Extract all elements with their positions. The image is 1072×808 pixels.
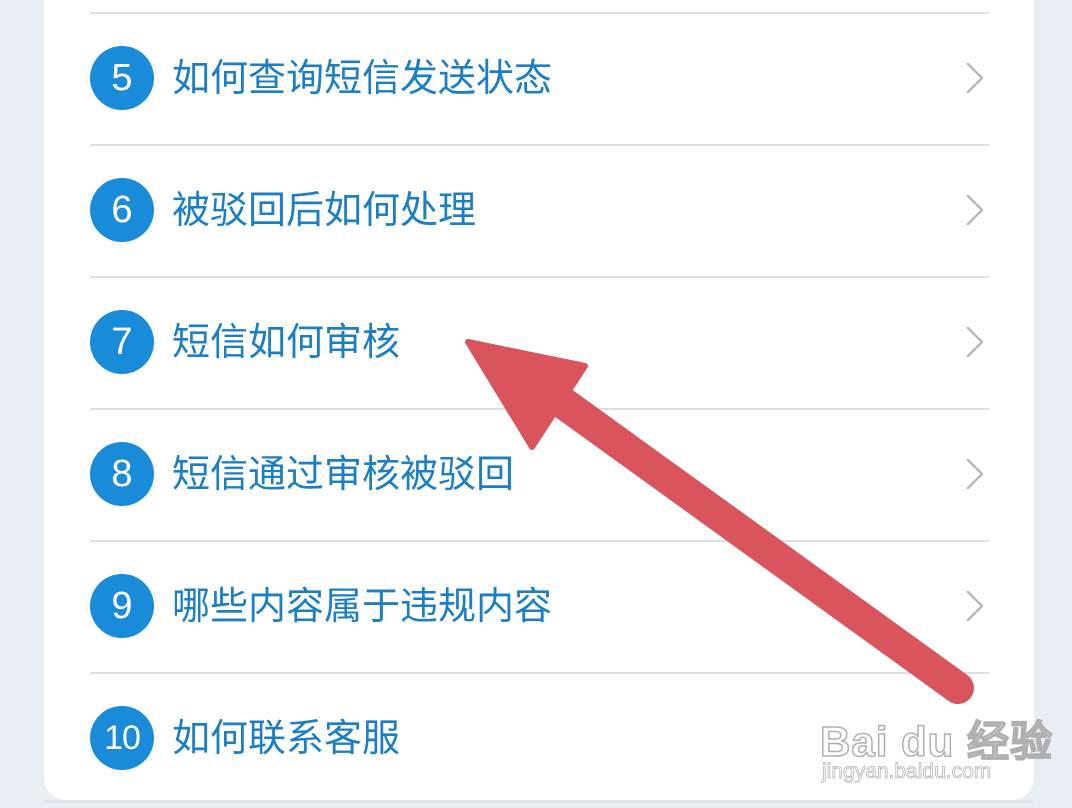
baidu-jingyan-watermark: Bai du 经验 jingyan.baidu.com [819, 686, 1053, 796]
watermark-url: jingyan.baidu.com [822, 760, 992, 784]
